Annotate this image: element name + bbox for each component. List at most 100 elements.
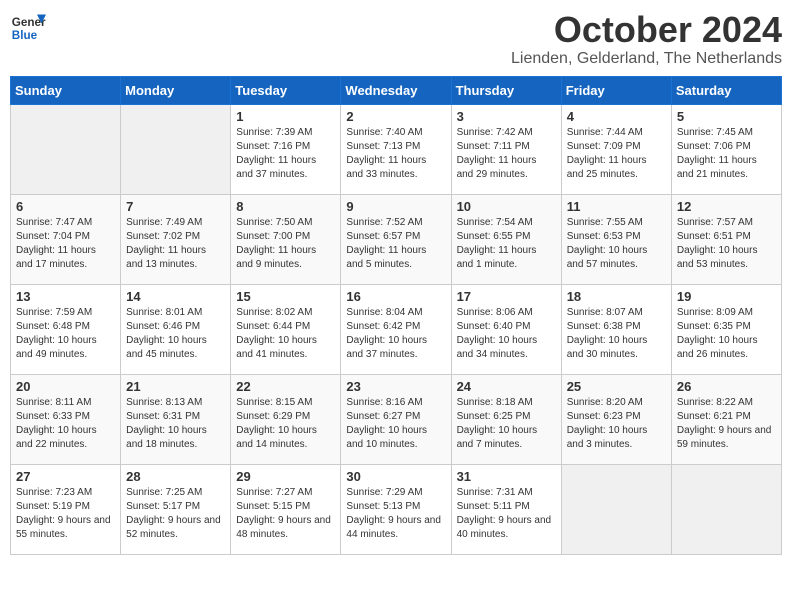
- calendar-cell: 1 Sunrise: 7:39 AMSunset: 7:16 PMDaylight…: [231, 104, 341, 194]
- day-info: Sunrise: 8:02 AMSunset: 6:44 PMDaylight:…: [236, 306, 335, 362]
- calendar-week-row: 27 Sunrise: 7:23 AMSunset: 5:19 PMDayligh…: [11, 464, 782, 554]
- day-info: Sunrise: 7:50 AMSunset: 7:00 PMDaylight:…: [236, 216, 335, 272]
- day-info: Sunrise: 7:40 AMSunset: 7:13 PMDaylight:…: [346, 126, 445, 182]
- calendar-cell: 2 Sunrise: 7:40 AMSunset: 7:13 PMDaylight…: [341, 104, 451, 194]
- day-number: 4: [567, 109, 666, 124]
- calendar-cell: [561, 464, 671, 554]
- day-of-week-header: Friday: [561, 76, 671, 104]
- day-info: Sunrise: 8:15 AMSunset: 6:29 PMDaylight:…: [236, 396, 335, 452]
- calendar-cell: 31 Sunrise: 7:31 AMSunset: 5:11 PMDayligh…: [451, 464, 561, 554]
- day-number: 5: [677, 109, 776, 124]
- day-info: Sunrise: 8:22 AMSunset: 6:21 PMDaylight:…: [677, 396, 776, 452]
- calendar-cell: 15 Sunrise: 8:02 AMSunset: 6:44 PMDayligh…: [231, 284, 341, 374]
- day-info: Sunrise: 8:09 AMSunset: 6:35 PMDaylight:…: [677, 306, 776, 362]
- calendar-cell: 19 Sunrise: 8:09 AMSunset: 6:35 PMDayligh…: [671, 284, 781, 374]
- day-number: 14: [126, 289, 225, 304]
- calendar-week-row: 20Sunrise: 8:11 AMSunset: 6:33 PMDayligh…: [11, 374, 782, 464]
- logo: General Blue: [10, 10, 46, 46]
- day-info: Sunrise: 7:52 AMSunset: 6:57 PMDaylight:…: [346, 216, 445, 272]
- calendar-week-row: 13 Sunrise: 7:59 AMSunset: 6:48 PMDayligh…: [11, 284, 782, 374]
- day-info: Sunrise: 7:49 AMSunset: 7:02 PMDaylight:…: [126, 216, 225, 272]
- day-number: 24: [457, 379, 556, 394]
- day-info: Sunrise: 8:16 AMSunset: 6:27 PMDaylight:…: [346, 396, 445, 452]
- calendar-cell: 8 Sunrise: 7:50 AMSunset: 7:00 PMDaylight…: [231, 194, 341, 284]
- day-of-week-header: Sunday: [11, 76, 121, 104]
- day-number: 2: [346, 109, 445, 124]
- calendar-cell: 26 Sunrise: 8:22 AMSunset: 6:21 PMDayligh…: [671, 374, 781, 464]
- day-number: 26: [677, 379, 776, 394]
- day-of-week-header: Tuesday: [231, 76, 341, 104]
- day-info: Sunrise: 8:06 AMSunset: 6:40 PMDaylight:…: [457, 306, 556, 362]
- calendar-cell: 20Sunrise: 8:11 AMSunset: 6:33 PMDayligh…: [11, 374, 121, 464]
- day-info: Sunrise: 7:59 AMSunset: 6:48 PMDaylight:…: [16, 306, 115, 362]
- day-info: Sunrise: 7:29 AMSunset: 5:13 PMDaylight:…: [346, 486, 445, 542]
- calendar-cell: 6Sunrise: 7:47 AMSunset: 7:04 PMDaylight…: [11, 194, 121, 284]
- day-info: Sunrise: 7:25 AMSunset: 5:17 PMDaylight:…: [126, 486, 225, 542]
- calendar-cell: 28 Sunrise: 7:25 AMSunset: 5:17 PMDayligh…: [121, 464, 231, 554]
- day-info: Sunrise: 7:31 AMSunset: 5:11 PMDaylight:…: [457, 486, 556, 542]
- day-info: Sunrise: 7:44 AMSunset: 7:09 PMDaylight:…: [567, 126, 666, 182]
- day-number: 10: [457, 199, 556, 214]
- day-number: 1: [236, 109, 335, 124]
- day-of-week-header: Thursday: [451, 76, 561, 104]
- day-info: Sunrise: 7:23 AMSunset: 5:19 PMDaylight:…: [16, 486, 115, 542]
- page-header: General Blue October 2024 Lienden, Gelde…: [10, 10, 782, 68]
- day-number: 12: [677, 199, 776, 214]
- day-info: Sunrise: 7:45 AMSunset: 7:06 PMDaylight:…: [677, 126, 776, 182]
- calendar-cell: 29Sunrise: 7:27 AMSunset: 5:15 PMDayligh…: [231, 464, 341, 554]
- day-number: 16: [346, 289, 445, 304]
- day-of-week-header: Saturday: [671, 76, 781, 104]
- calendar-cell: 11Sunrise: 7:55 AMSunset: 6:53 PMDayligh…: [561, 194, 671, 284]
- calendar-cell: 24 Sunrise: 8:18 AMSunset: 6:25 PMDayligh…: [451, 374, 561, 464]
- day-info: Sunrise: 7:57 AMSunset: 6:51 PMDaylight:…: [677, 216, 776, 272]
- day-info: Sunrise: 7:39 AMSunset: 7:16 PMDaylight:…: [236, 126, 335, 182]
- calendar-cell: 3 Sunrise: 7:42 AMSunset: 7:11 PMDaylight…: [451, 104, 561, 194]
- day-info: Sunrise: 8:04 AMSunset: 6:42 PMDaylight:…: [346, 306, 445, 362]
- calendar-cell: 4 Sunrise: 7:44 AMSunset: 7:09 PMDaylight…: [561, 104, 671, 194]
- day-info: Sunrise: 8:01 AMSunset: 6:46 PMDaylight:…: [126, 306, 225, 362]
- calendar-cell: 10 Sunrise: 7:54 AMSunset: 6:55 PMDayligh…: [451, 194, 561, 284]
- day-number: 21: [126, 379, 225, 394]
- day-number: 19: [677, 289, 776, 304]
- day-info: Sunrise: 7:27 AMSunset: 5:15 PMDaylight:…: [236, 486, 335, 542]
- calendar-cell: 17 Sunrise: 8:06 AMSunset: 6:40 PMDayligh…: [451, 284, 561, 374]
- day-number: 27: [16, 469, 115, 484]
- day-info: Sunrise: 8:13 AMSunset: 6:31 PMDaylight:…: [126, 396, 225, 452]
- day-number: 15: [236, 289, 335, 304]
- calendar-cell: 16 Sunrise: 8:04 AMSunset: 6:42 PMDayligh…: [341, 284, 451, 374]
- day-number: 23: [346, 379, 445, 394]
- calendar-cell: [121, 104, 231, 194]
- calendar-week-row: 1 Sunrise: 7:39 AMSunset: 7:16 PMDaylight…: [11, 104, 782, 194]
- calendar-week-row: 6Sunrise: 7:47 AMSunset: 7:04 PMDaylight…: [11, 194, 782, 284]
- calendar-cell: 27 Sunrise: 7:23 AMSunset: 5:19 PMDayligh…: [11, 464, 121, 554]
- day-info: Sunrise: 7:47 AMSunset: 7:04 PMDaylight:…: [16, 216, 115, 272]
- day-number: 7: [126, 199, 225, 214]
- day-number: 17: [457, 289, 556, 304]
- calendar-cell: 23 Sunrise: 8:16 AMSunset: 6:27 PMDayligh…: [341, 374, 451, 464]
- day-number: 30: [346, 469, 445, 484]
- day-number: 31: [457, 469, 556, 484]
- day-info: Sunrise: 7:54 AMSunset: 6:55 PMDaylight:…: [457, 216, 556, 272]
- day-number: 22: [236, 379, 335, 394]
- month-title: October 2024: [511, 10, 782, 50]
- day-number: 13: [16, 289, 115, 304]
- calendar-cell: 22 Sunrise: 8:15 AMSunset: 6:29 PMDayligh…: [231, 374, 341, 464]
- calendar-cell: 21 Sunrise: 8:13 AMSunset: 6:31 PMDayligh…: [121, 374, 231, 464]
- day-of-week-header: Wednesday: [341, 76, 451, 104]
- day-number: 9: [346, 199, 445, 214]
- day-number: 3: [457, 109, 556, 124]
- day-number: 25: [567, 379, 666, 394]
- day-of-week-header: Monday: [121, 76, 231, 104]
- calendar-cell: 9 Sunrise: 7:52 AMSunset: 6:57 PMDaylight…: [341, 194, 451, 284]
- day-number: 18: [567, 289, 666, 304]
- day-info: Sunrise: 7:42 AMSunset: 7:11 PMDaylight:…: [457, 126, 556, 182]
- day-number: 8: [236, 199, 335, 214]
- day-info: Sunrise: 7:55 AMSunset: 6:53 PMDaylight:…: [567, 216, 666, 272]
- day-info: Sunrise: 8:18 AMSunset: 6:25 PMDaylight:…: [457, 396, 556, 452]
- calendar-header-row: SundayMondayTuesdayWednesdayThursdayFrid…: [11, 76, 782, 104]
- calendar-cell: 25Sunrise: 8:20 AMSunset: 6:23 PMDayligh…: [561, 374, 671, 464]
- day-number: 28: [126, 469, 225, 484]
- calendar-cell: 7 Sunrise: 7:49 AMSunset: 7:02 PMDaylight…: [121, 194, 231, 284]
- calendar-cell: 5 Sunrise: 7:45 AMSunset: 7:06 PMDaylight…: [671, 104, 781, 194]
- svg-text:Blue: Blue: [12, 29, 38, 42]
